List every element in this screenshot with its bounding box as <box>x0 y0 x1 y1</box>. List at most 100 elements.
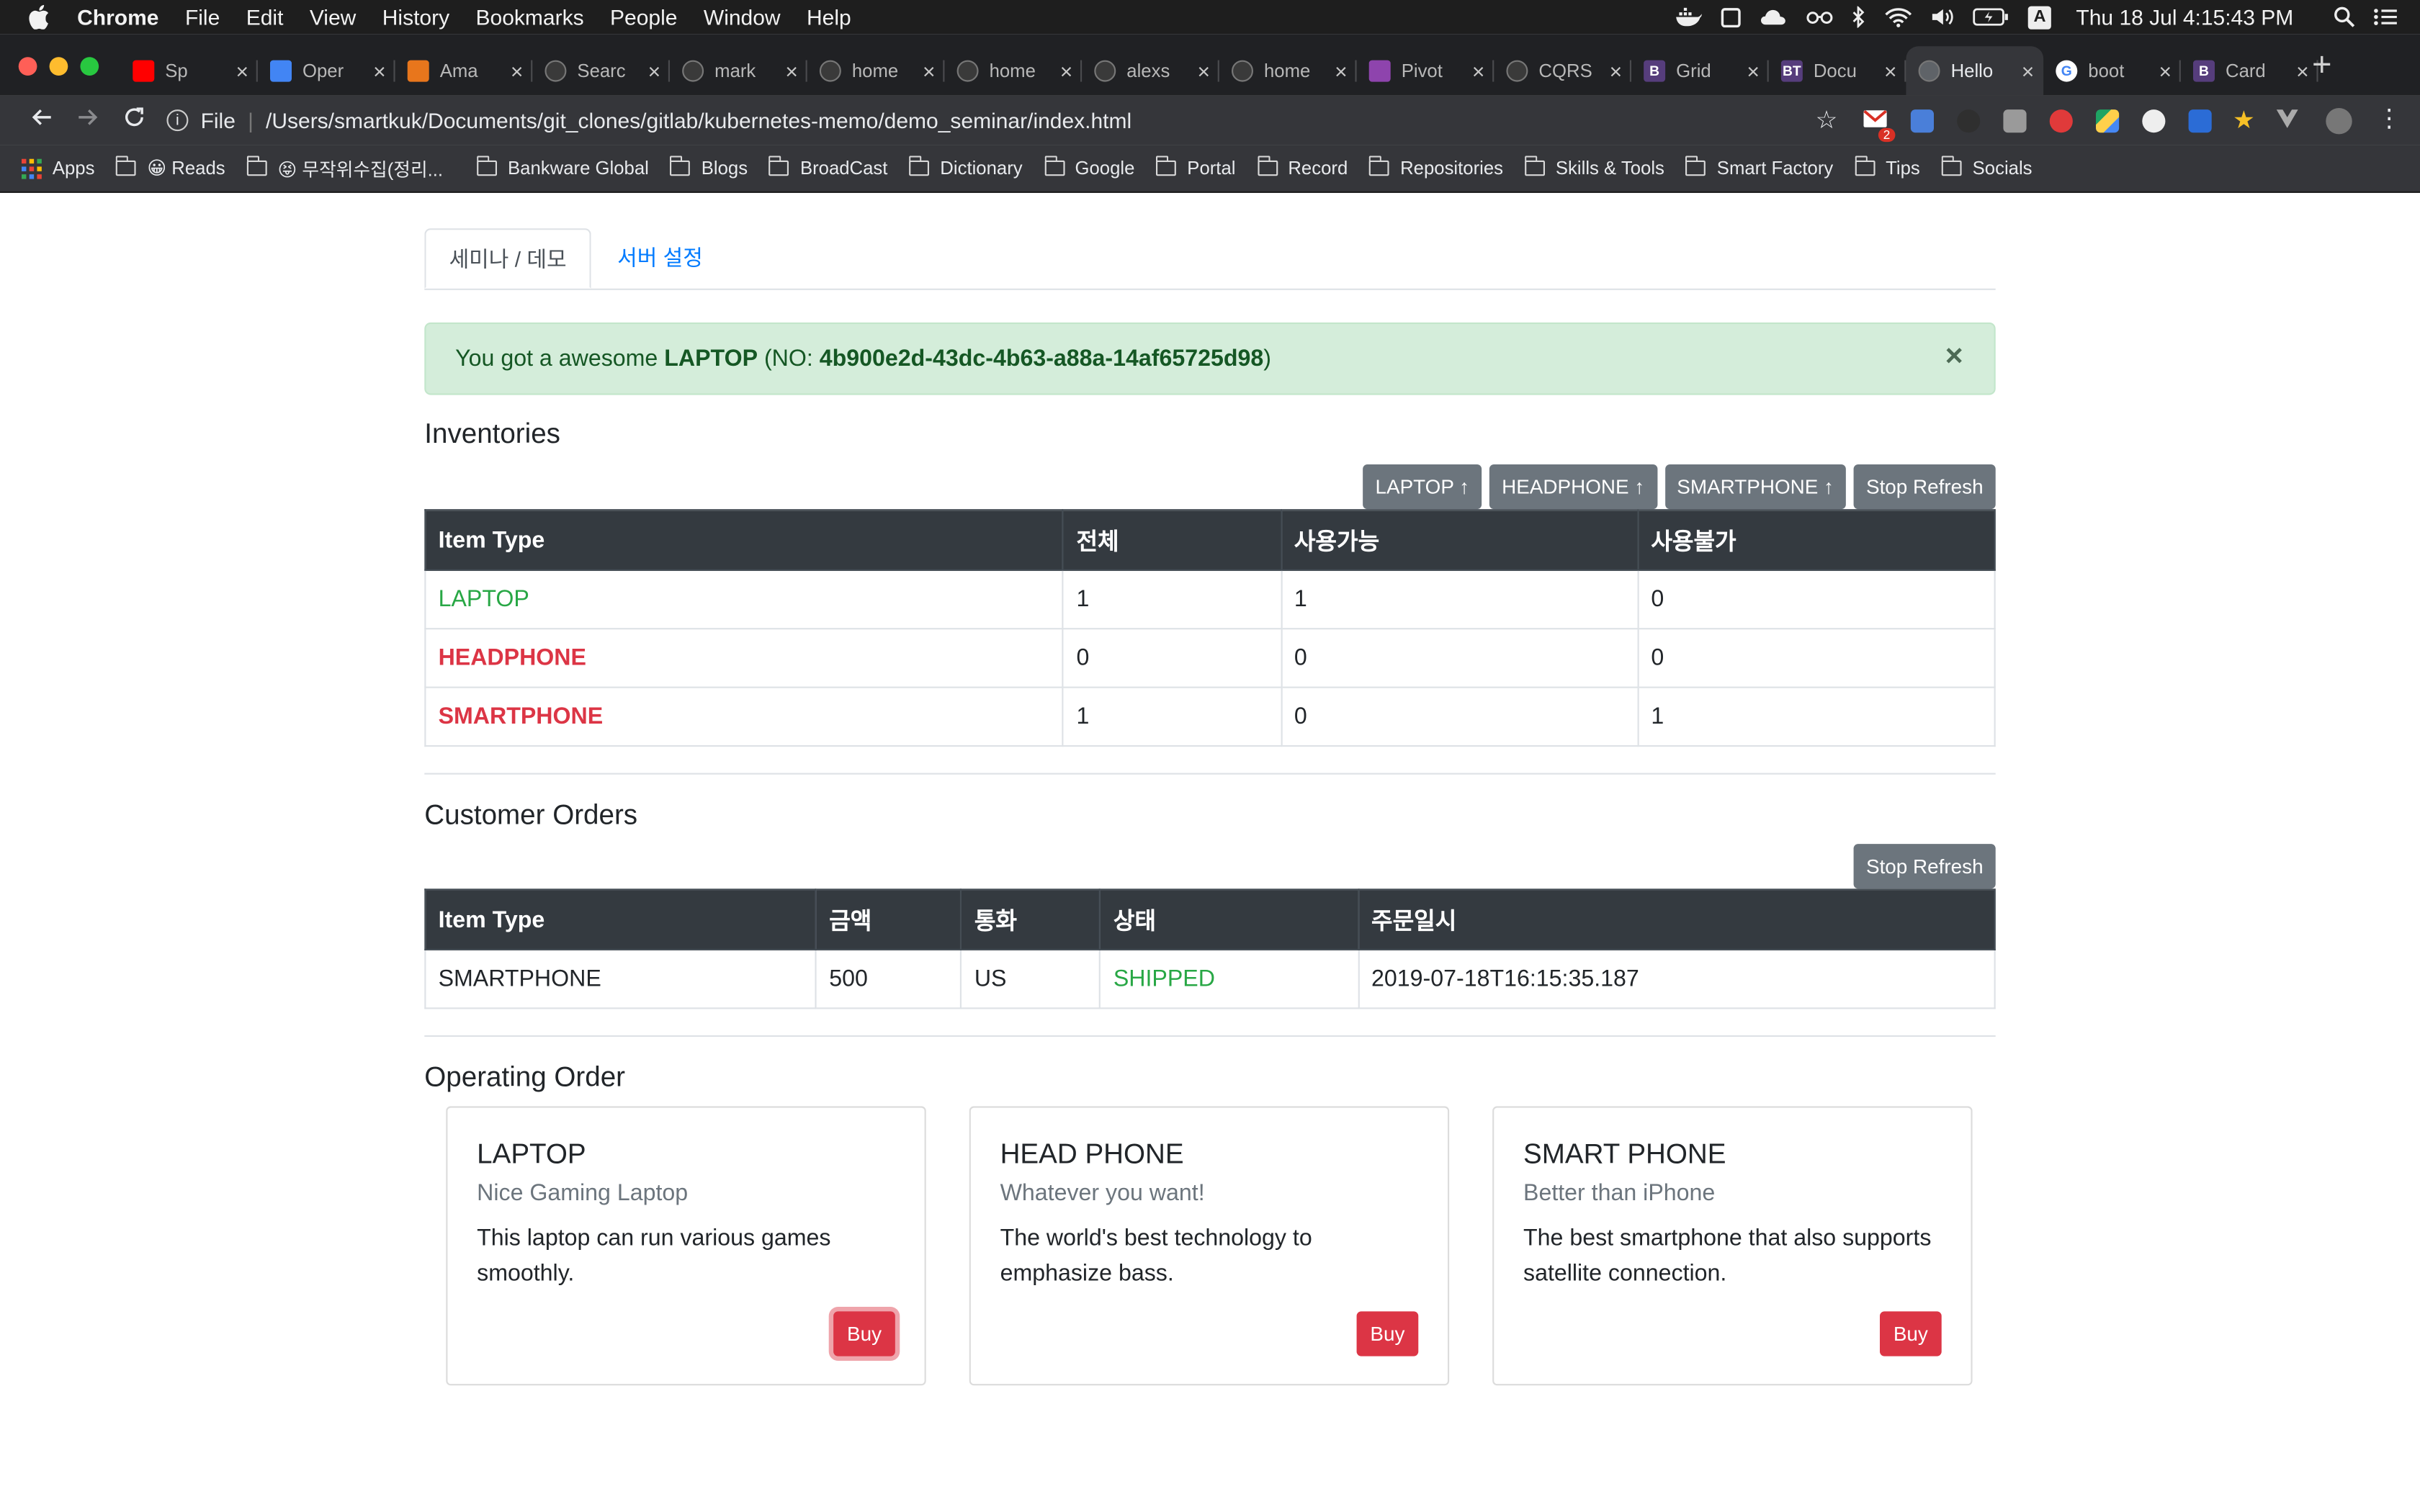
bookmark-folder[interactable]: Blogs <box>670 156 748 179</box>
forward-icon[interactable] <box>65 107 111 135</box>
bookmark-folder[interactable]: Record <box>1257 156 1348 179</box>
menu-window[interactable]: Window <box>704 4 781 29</box>
volume-icon[interactable] <box>1931 8 1954 27</box>
close-tab-icon[interactable]: × <box>648 58 661 83</box>
dark-extension-icon[interactable] <box>1956 109 1980 132</box>
menu-edit[interactable]: Edit <box>246 4 284 29</box>
close-tab-icon[interactable]: × <box>236 58 248 83</box>
menu-view[interactable]: View <box>310 4 356 29</box>
browser-tab[interactable]: Pivot × <box>1357 46 1494 96</box>
glasses-icon[interactable] <box>1806 9 1834 24</box>
close-tab-icon[interactable]: × <box>1335 58 1348 83</box>
close-tab-icon[interactable]: × <box>511 58 524 83</box>
bookmark-folder[interactable]: Bankware Global <box>477 156 649 179</box>
back-icon[interactable] <box>19 107 65 135</box>
browser-tab[interactable]: Searc × <box>532 46 670 96</box>
close-tab-icon[interactable]: × <box>1472 58 1485 83</box>
close-tab-icon[interactable]: × <box>1197 58 1210 83</box>
bookmark-folder[interactable]: Google <box>1044 156 1134 179</box>
address-bar[interactable]: i File | /Users/smartkuk/Documents/git_c… <box>166 108 1815 132</box>
adblock-extension-icon[interactable] <box>2048 109 2073 132</box>
browser-tab[interactable]: mark × <box>670 46 807 96</box>
inventory-stop-refresh-button[interactable]: Stop Refresh <box>1853 464 1996 510</box>
bookmark-folder[interactable]: 😝 무작위수집(정리... <box>246 155 443 181</box>
bookmark-folder[interactable]: BroadCast <box>769 156 887 179</box>
browser-tab[interactable]: Ama × <box>395 46 533 96</box>
profile-avatar[interactable] <box>2326 107 2352 134</box>
bookmark-folder[interactable]: Repositories <box>1369 156 1503 179</box>
menu-history[interactable]: History <box>382 4 449 29</box>
browser-tab[interactable]: home × <box>807 46 945 96</box>
gmail-extension-icon[interactable]: 2 <box>1863 108 1895 143</box>
battery-icon[interactable] <box>1973 8 2009 27</box>
menu-help[interactable]: Help <box>807 4 851 29</box>
close-tab-icon[interactable]: × <box>785 58 798 83</box>
bookmark-folder[interactable]: Dictionary <box>909 156 1023 179</box>
bookmark-folder[interactable]: 😀 Reads <box>116 156 225 179</box>
buy-button[interactable]: Buy <box>833 1311 895 1356</box>
bookmark-folder[interactable]: Socials <box>1941 156 2033 179</box>
browser-tab[interactable]: Gboot × <box>2043 46 2181 96</box>
tab-server-settings[interactable]: 서버 설정 <box>594 228 726 287</box>
smartphone-restock-button[interactable]: SMARTPHONE ↑ <box>1664 464 1847 510</box>
browser-tab[interactable]: Sp × <box>120 46 258 96</box>
browser-tab[interactable]: alexs × <box>1082 46 1219 96</box>
buy-button[interactable]: Buy <box>1880 1311 1942 1356</box>
minimize-window-button[interactable] <box>49 57 68 76</box>
cloud-icon[interactable] <box>1760 8 1788 27</box>
bookmark-folder[interactable]: Smart Factory <box>1685 156 1833 179</box>
menu-app-name[interactable]: Chrome <box>77 4 158 29</box>
close-tab-icon[interactable]: × <box>2022 58 2035 83</box>
translate-extension-icon[interactable] <box>1910 109 1934 132</box>
url-text[interactable]: /Users/smartkuk/Documents/git_clones/git… <box>266 108 1131 132</box>
new-tab-button[interactable]: + <box>2312 45 2332 85</box>
drive-extension-icon[interactable] <box>2095 109 2119 132</box>
zoom-window-button[interactable] <box>80 57 99 76</box>
close-tab-icon[interactable]: × <box>373 58 386 83</box>
notification-center-icon[interactable] <box>2374 8 2398 27</box>
close-tab-icon[interactable]: × <box>923 58 936 83</box>
browser-tab[interactable]: Hello × <box>1906 46 2044 96</box>
menu-people[interactable]: People <box>610 4 677 29</box>
menu-bookmarks[interactable]: Bookmarks <box>476 4 584 29</box>
bookmark-folder[interactable]: Tips <box>1855 156 1920 179</box>
menu-file[interactable]: File <box>185 4 220 29</box>
circle-extension-icon[interactable] <box>2141 109 2165 132</box>
close-icon[interactable]: × <box>1945 339 1963 374</box>
close-tab-icon[interactable]: × <box>1060 58 1073 83</box>
vue-devtools-icon[interactable] <box>2276 108 2298 132</box>
orders-stop-refresh-button[interactable]: Stop Refresh <box>1853 844 1996 889</box>
bookmark-folder[interactable]: Portal <box>1156 156 1235 179</box>
browser-tab[interactable]: BT Docu × <box>1769 46 1906 96</box>
window-square-icon[interactable] <box>1721 7 1742 27</box>
browser-tab[interactable]: B Card × <box>2181 46 2318 96</box>
browser-tab[interactable]: home × <box>944 46 1083 96</box>
bookmark-folder[interactable]: Skills & Tools <box>1525 156 1664 179</box>
docker-icon[interactable] <box>1675 7 1703 27</box>
browser-tab[interactable]: B Grid × <box>1631 46 1769 96</box>
close-window-button[interactable] <box>18 57 37 76</box>
close-tab-icon[interactable]: × <box>1610 58 1623 83</box>
reload-icon[interactable] <box>111 106 157 135</box>
browser-tab[interactable]: home × <box>1219 46 1357 96</box>
close-tab-icon[interactable]: × <box>1884 58 1897 83</box>
buy-button[interactable]: Buy <box>1356 1311 1419 1356</box>
close-tab-icon[interactable]: × <box>2296 58 2309 83</box>
tab-seminar-demo[interactable]: 세미나 / 데모 <box>424 228 591 289</box>
browser-tab[interactable]: CQRS × <box>1494 46 1631 96</box>
box-extension-icon[interactable] <box>2002 109 2026 132</box>
headphone-restock-button[interactable]: HEADPHONE ↑ <box>1489 464 1657 510</box>
browser-tab[interactable]: Oper × <box>258 46 395 96</box>
pocket-extension-icon[interactable] <box>2187 109 2211 132</box>
apple-icon[interactable] <box>28 4 50 30</box>
site-info-icon[interactable]: i <box>166 109 189 132</box>
close-tab-icon[interactable]: × <box>1747 58 1760 83</box>
spotlight-search-icon[interactable] <box>2334 6 2355 28</box>
laptop-restock-button[interactable]: LAPTOP ↑ <box>1363 464 1482 510</box>
close-tab-icon[interactable]: × <box>2159 58 2172 83</box>
menubar-clock[interactable]: Thu 18 Jul 4:15:43 PM <box>2076 4 2293 29</box>
chrome-menu-icon[interactable]: ⋮ <box>2377 107 2401 132</box>
star-extension-icon[interactable]: ★ <box>2233 105 2255 136</box>
bluetooth-icon[interactable] <box>1852 6 1866 28</box>
bookmark-apps[interactable]: Apps <box>22 158 94 179</box>
